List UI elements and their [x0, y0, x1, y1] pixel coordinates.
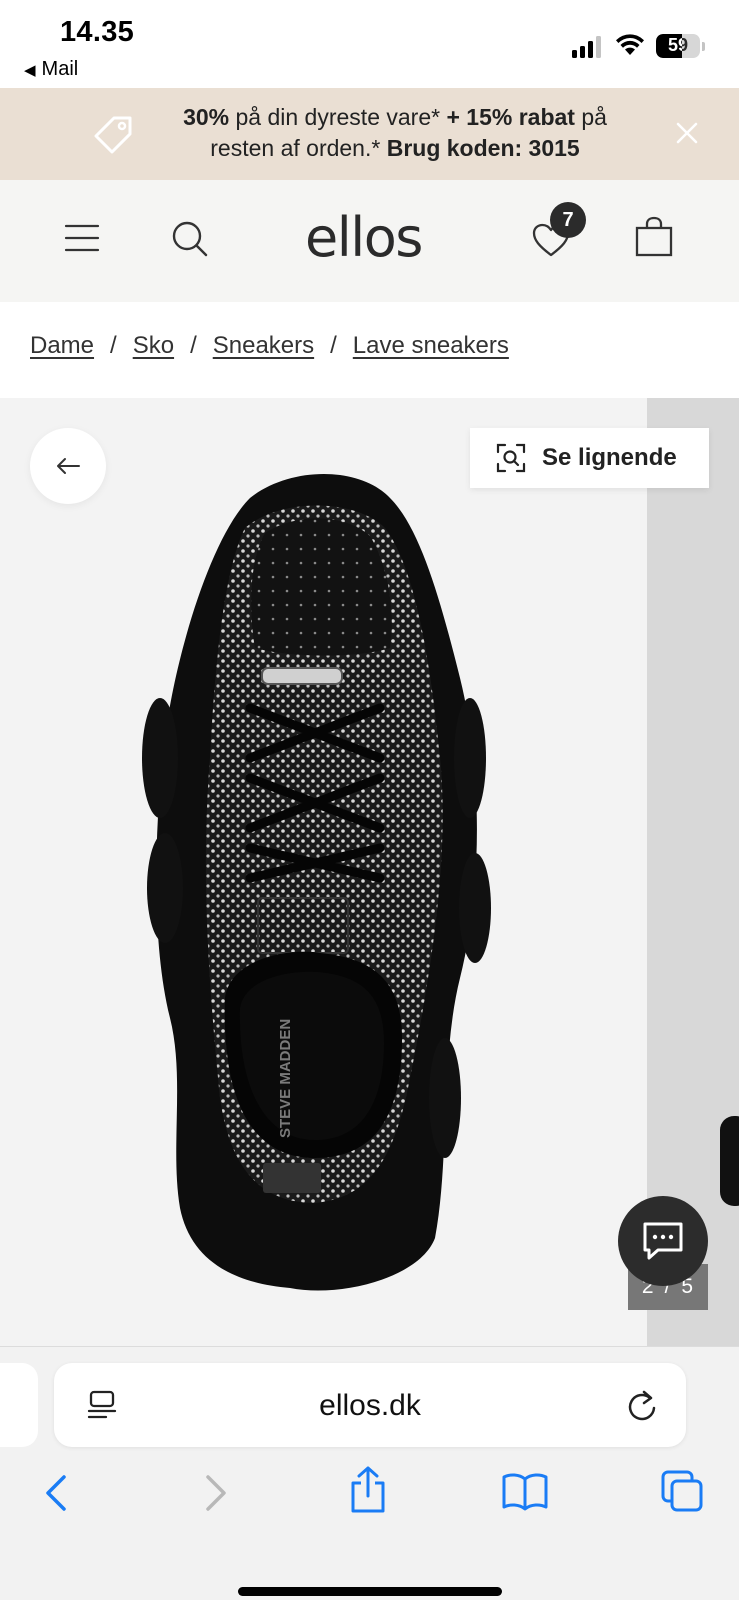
promo-text-a: på din dyreste vare* — [229, 104, 447, 130]
url-text: ellos.dk — [319, 1389, 421, 1422]
wishlist-count-badge: 7 — [550, 202, 586, 238]
bag-icon[interactable] — [634, 216, 674, 258]
signal-icon — [572, 36, 601, 58]
breadcrumb-separator: / — [190, 332, 197, 359]
visual-search-icon — [496, 443, 526, 473]
product-image-sneaker[interactable]: STEVE MADDEN — [140, 458, 510, 1298]
breadcrumb-lave-sneakers[interactable]: Lave sneakers — [353, 332, 509, 360]
breadcrumb-separator: / — [330, 332, 337, 359]
battery-percent: 59 — [667, 35, 689, 55]
address-bar[interactable]: ellos.dk — [54, 1363, 686, 1447]
promo-text-b: på — [574, 104, 607, 130]
tag-icon — [94, 116, 132, 154]
product-image-gallery[interactable]: STEVE MADDEN Se lignende 2 / 5 — [0, 398, 739, 1346]
safari-toolbar: ellos.dk — [0, 1346, 739, 1600]
site-header: ellos 7 — [0, 180, 739, 302]
reload-icon[interactable] — [626, 1389, 658, 1423]
battery-cap — [702, 42, 705, 51]
back-to-mail-link[interactable]: ◀ Mail — [24, 58, 78, 81]
back-icon[interactable] — [42, 1473, 72, 1513]
battery-icon: 59 — [656, 34, 700, 58]
back-app-label: Mail — [41, 58, 79, 80]
back-triangle-icon: ◀ — [24, 61, 36, 79]
promo-text: 30% på din dyreste vare* + 15% rabat på … — [150, 102, 640, 164]
see-similar-button[interactable]: Se lignende — [470, 428, 709, 488]
promo-banner[interactable]: 30% på din dyreste vare* + 15% rabat på … — [0, 88, 739, 180]
menu-icon[interactable] — [64, 223, 100, 253]
status-bar: 14.35 ◀ Mail 59 — [0, 0, 739, 88]
next-slide-shoe-image — [720, 1116, 739, 1206]
promo-discount-b: + 15% rabat — [446, 104, 575, 130]
tabs-icon[interactable] — [660, 1469, 704, 1513]
breadcrumb: Dame / Sko / Sneakers / Lave sneakers — [30, 332, 509, 360]
arrow-left-icon — [57, 458, 80, 474]
promo-code: Brug koden: 3015 — [386, 135, 580, 161]
chat-button[interactable] — [618, 1196, 708, 1286]
gallery-back-button[interactable] — [30, 428, 106, 504]
status-time: 14.35 — [60, 16, 135, 48]
breadcrumb-separator: / — [110, 332, 117, 359]
breadcrumb-dame[interactable]: Dame — [30, 332, 94, 360]
promo-text-c: resten af orden.* — [210, 135, 387, 161]
ellos-logo[interactable]: ellos — [305, 206, 423, 269]
wifi-icon — [616, 34, 644, 55]
insole-brand-text: STEVE MADDEN — [277, 1019, 294, 1138]
home-indicator[interactable] — [238, 1587, 502, 1596]
previous-tab-pill[interactable] — [0, 1363, 38, 1447]
forward-icon[interactable] — [200, 1473, 230, 1513]
bookmarks-icon[interactable] — [501, 1471, 549, 1511]
breadcrumb-sneakers[interactable]: Sneakers — [213, 332, 314, 360]
close-icon[interactable] — [672, 118, 702, 148]
search-icon[interactable] — [170, 219, 210, 259]
share-icon[interactable] — [348, 1465, 388, 1515]
breadcrumb-sko[interactable]: Sko — [133, 332, 174, 360]
promo-discount-a: 30% — [183, 104, 230, 130]
chat-icon — [643, 1222, 683, 1260]
see-similar-label: Se lignende — [542, 444, 677, 471]
